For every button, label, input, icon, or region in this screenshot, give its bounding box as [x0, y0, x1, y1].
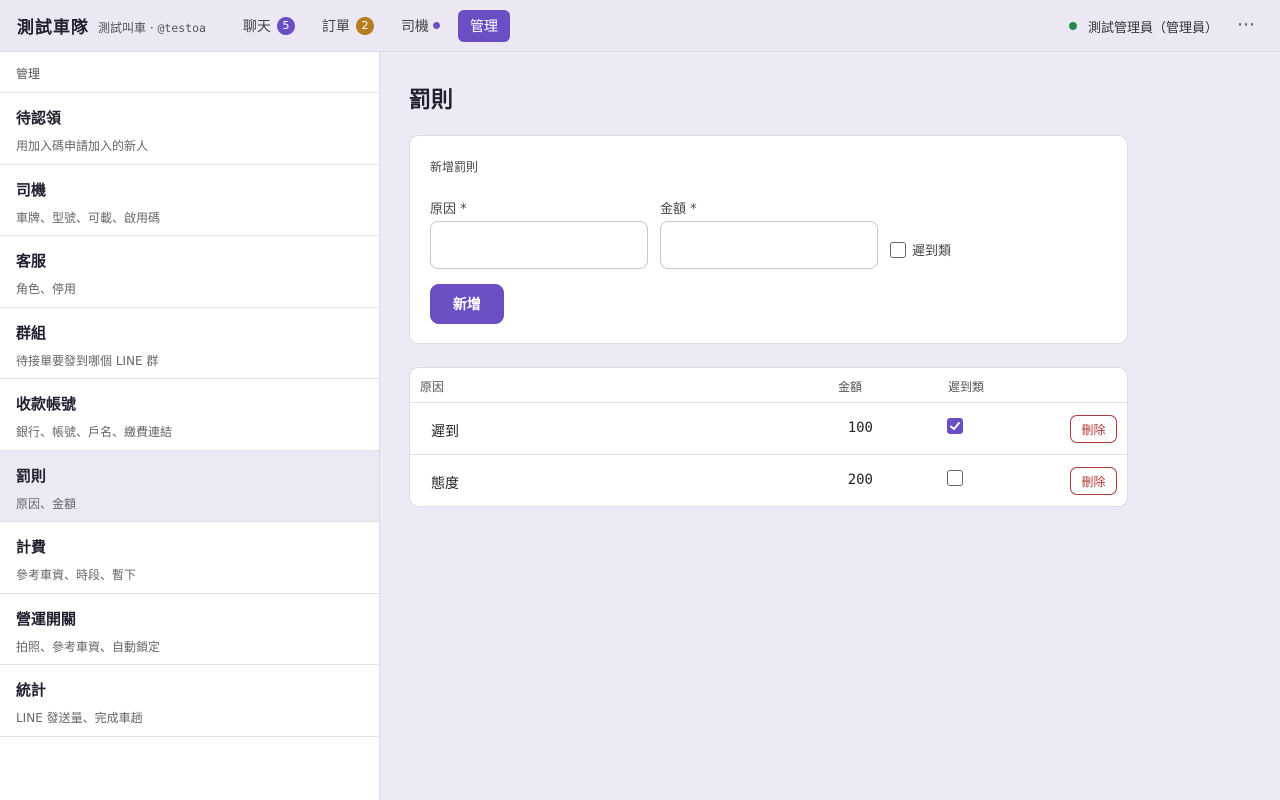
sidebar-item-title: 收款帳號: [16, 395, 77, 413]
sidebar-item-title: 營運開關: [16, 609, 77, 628]
sidebar-item-title: 計費: [16, 538, 47, 556]
org-subtitle: 測試叫車 · @testoa: [98, 19, 206, 36]
nav-orders[interactable]: 訂單 2: [313, 10, 383, 42]
table-row: 遲到 100 刪除: [410, 403, 1127, 455]
amount-input[interactable]: [660, 221, 878, 269]
user-name: 測試管理員（管理員）: [1087, 20, 1218, 36]
sidebar-item-desc: 用加入碼申請加入的新人: [16, 139, 149, 153]
form-fields: 原因 * 金額 *: [430, 198, 1107, 269]
online-status-icon: [1068, 22, 1077, 30]
delete-button[interactable]: 刪除: [1070, 415, 1117, 443]
current-user[interactable]: 測試管理員（管理員）: [1068, 0, 1218, 52]
sidebar-item-title: 待認領: [16, 109, 62, 127]
sidebar-item-desc: 拍照、參考車資、自動鎖定: [16, 639, 161, 654]
sidebar-item-title: 群組: [16, 323, 47, 342]
row-amount: 100: [847, 420, 873, 436]
add-penalty-button[interactable]: 新增: [430, 284, 504, 324]
org-name: 測試叫車 ·: [98, 20, 154, 35]
penalties-table: 原因 金額 遲到類 遲到 100 刪除 態度 200 刪除: [409, 367, 1128, 507]
amount-field-group: 金額 *: [660, 198, 878, 269]
sidebar-item-groups[interactable]: 群組 待接單要發到哪個 LINE 群: [0, 308, 379, 379]
delete-button[interactable]: 刪除: [1070, 467, 1117, 495]
nav-orders-label: 訂單: [321, 18, 350, 35]
sidebar-item-drivers[interactable]: 司機 車牌、型號、可載、啟用碼: [0, 165, 379, 236]
sidebar-item-operations[interactable]: 營運開關 拍照、參考車資、自動鎖定: [0, 594, 379, 665]
top-bar: 測試車隊 測試叫車 · @testoa 聊天 5 訂單 2 司機 管理 測試管理…: [0, 0, 1280, 52]
row-reason: 遲到: [431, 424, 459, 440]
add-penalty-title: 新增罰則: [430, 160, 479, 174]
nav-chat[interactable]: 聊天 5: [234, 10, 304, 42]
main-content: 罰則 新增罰則 原因 * 金額 * 遲到類 新增 原因 金額 遲到類 遲到 10…: [409, 52, 1128, 507]
nav-admin[interactable]: 管理: [457, 9, 510, 42]
row-amount: 200: [847, 472, 873, 488]
nav-admin-label: 管理: [469, 18, 498, 35]
sidebar-item-desc: 原因、金額: [16, 496, 77, 511]
more-menu-icon[interactable]: ⋯: [1237, 14, 1256, 35]
sidebar-item-payment-accounts[interactable]: 收款帳號 銀行、帳號、戶名、繳費連結: [0, 379, 379, 451]
brand-title: 測試車隊: [17, 18, 89, 38]
nav-drivers[interactable]: 司機: [392, 10, 449, 42]
header-reason: 原因: [420, 380, 445, 394]
row-late-checkbox[interactable]: [947, 470, 963, 486]
sidebar-item-pricing[interactable]: 計費 參考車資、時段、暫下: [0, 522, 379, 594]
late-category-checkbox[interactable]: [890, 241, 906, 258]
chat-count-badge: 5: [276, 16, 295, 35]
row-reason: 態度: [431, 476, 459, 492]
table-row: 態度 200 刪除: [410, 455, 1127, 506]
sidebar-item-desc: 銀行、帳號、戶名、繳費連結: [16, 425, 173, 439]
add-penalty-card: 新增罰則 原因 * 金額 * 遲到類 新增: [409, 135, 1128, 344]
sidebar-item-title: 司機: [16, 180, 47, 199]
sidebar-item-desc: LINE 發送量、完成車趟: [16, 711, 143, 725]
org-handle: @testoa: [157, 20, 206, 35]
sidebar-item-desc: 待接單要發到哪個 LINE 群: [16, 353, 159, 368]
nav-chat-label: 聊天: [242, 18, 271, 35]
sidebar-item-title: 客服: [16, 252, 47, 270]
sidebar-item-desc: 角色、停用: [16, 282, 77, 296]
nav-drivers-label: 司機: [400, 18, 429, 35]
reason-input[interactable]: [430, 221, 648, 269]
table-header: 原因 金額 遲到類: [410, 368, 1127, 403]
amount-label: 金額 *: [660, 202, 697, 217]
sidebar-heading: 管理: [0, 52, 379, 93]
late-category-option[interactable]: 遲到類: [890, 240, 951, 259]
reason-field-group: 原因 *: [430, 198, 648, 269]
late-category-label: 遲到類: [912, 244, 952, 259]
sidebar-item-title: 統計: [16, 681, 47, 699]
header-amount: 金額: [838, 380, 863, 394]
header-late: 遲到類: [948, 380, 985, 394]
sidebar-item-stats[interactable]: 統計 LINE 發送量、完成車趟: [0, 665, 379, 737]
sidebar-item-penalties[interactable]: 罰則 原因、金額: [0, 450, 379, 522]
reason-label: 原因 *: [430, 202, 467, 217]
sidebar-item-pending[interactable]: 待認領 用加入碼申請加入的新人: [0, 93, 379, 165]
row-late-checkbox[interactable]: [947, 418, 963, 434]
sidebar-item-support[interactable]: 客服 角色、停用: [0, 236, 379, 308]
sidebar-item-title: 罰則: [16, 466, 47, 485]
drivers-indicator-dot: [432, 22, 440, 29]
admin-sidebar: 管理 待認領 用加入碼申請加入的新人 司機 車牌、型號、可載、啟用碼 客服 角色…: [0, 52, 380, 800]
orders-count-badge: 2: [355, 16, 374, 35]
page-title: 罰則: [409, 87, 454, 113]
sidebar-item-desc: 參考車資、時段、暫下: [16, 568, 137, 582]
sidebar-item-desc: 車牌、型號、可載、啟用碼: [16, 210, 161, 225]
main-nav: 聊天 5 訂單 2 司機 管理: [234, 9, 519, 42]
